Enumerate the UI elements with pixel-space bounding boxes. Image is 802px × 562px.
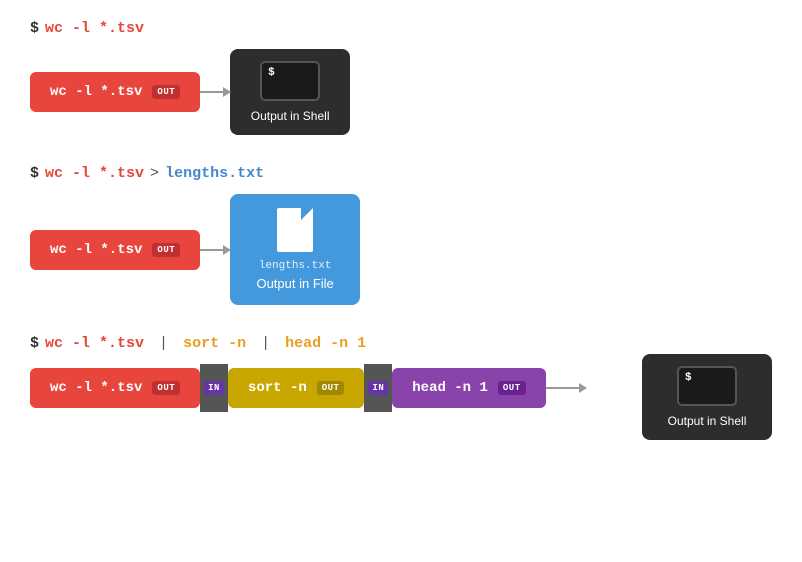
cmd-line-1: $ wc -l *.tsv [30,20,772,37]
in-badge-2: IN [368,381,388,395]
output-label-3: Output in Shell [668,414,747,428]
dollar-2: $ [30,165,39,182]
out-badge-head: OUT [498,381,526,395]
arrow-3 [546,387,586,389]
arrow-1 [200,91,230,93]
cmd-pipe-2: | [252,335,279,352]
dollar-3: $ [30,335,39,352]
output-shell-3: $ Output in Shell [642,354,772,440]
flow-row-3: wc -l *.tsv OUT IN sort -n OUT IN head -… [30,364,772,412]
cmd-redirect: > [150,165,159,182]
wc-pill-1: wc -l *.tsv OUT [30,72,200,112]
file-icon-1 [277,208,313,252]
output-shell-1: $ Output in Shell [230,49,350,135]
wc-pill-2: wc -l *.tsv OUT [30,230,200,270]
head-pill: head -n 1 OUT [392,368,545,408]
cmd-wc-3: wc -l *.tsv [45,335,144,352]
sort-label: sort -n [248,380,307,396]
main-container: $ wc -l *.tsv wc -l *.tsv OUT $ Output i… [0,0,802,432]
section-2: $ wc -l *.tsv > lengths.txt wc -l *.tsv … [30,165,772,305]
out-badge-2: OUT [152,243,180,257]
cmd-filename: lengths.txt [165,165,264,182]
wc-label-3: wc -l *.tsv [50,380,142,396]
cmd-wc-1: wc -l *.tsv [45,20,144,37]
cmd-line-2: $ wc -l *.tsv > lengths.txt [30,165,772,182]
output-label-2: Output in File [256,276,333,291]
file-name-label-1: lengths.txt [259,260,332,272]
sort-pill: sort -n OUT [228,368,365,408]
dollar-1: $ [30,20,39,37]
cmd-line-3: $ wc -l *.tsv | sort -n | head -n 1 [30,335,772,352]
connector-2: IN [364,364,392,412]
connector-1: IN [200,364,228,412]
wc-pill-3: wc -l *.tsv OUT [30,368,200,408]
flow-row-1: wc -l *.tsv OUT $ Output in Shell [30,49,772,135]
cmd-sort: sort -n [183,335,246,352]
output-file-1: lengths.txt Output in File [230,194,360,305]
section-1: $ wc -l *.tsv wc -l *.tsv OUT $ Output i… [30,20,772,135]
out-badge-3: OUT [152,381,180,395]
cmd-wc-2: wc -l *.tsv [45,165,144,182]
out-badge-1: OUT [152,85,180,99]
wc-label-1: wc -l *.tsv [50,84,142,100]
terminal-dollar-3: $ [685,372,692,384]
arrow-2 [200,249,230,251]
in-badge-1: IN [204,381,224,395]
flow-row-2: wc -l *.tsv OUT lengths.txt Output in Fi… [30,194,772,305]
cmd-head: head -n 1 [285,335,366,352]
terminal-window-3: $ [677,366,737,406]
output-label-1: Output in Shell [251,109,330,123]
out-badge-sort: OUT [317,381,345,395]
head-label: head -n 1 [412,380,488,396]
section-3: $ wc -l *.tsv | sort -n | head -n 1 wc -… [30,335,772,412]
cmd-pipe-1: | [150,335,177,352]
wc-label-2: wc -l *.tsv [50,242,142,258]
terminal-dollar-1: $ [268,67,275,79]
terminal-window-1: $ [260,61,320,101]
